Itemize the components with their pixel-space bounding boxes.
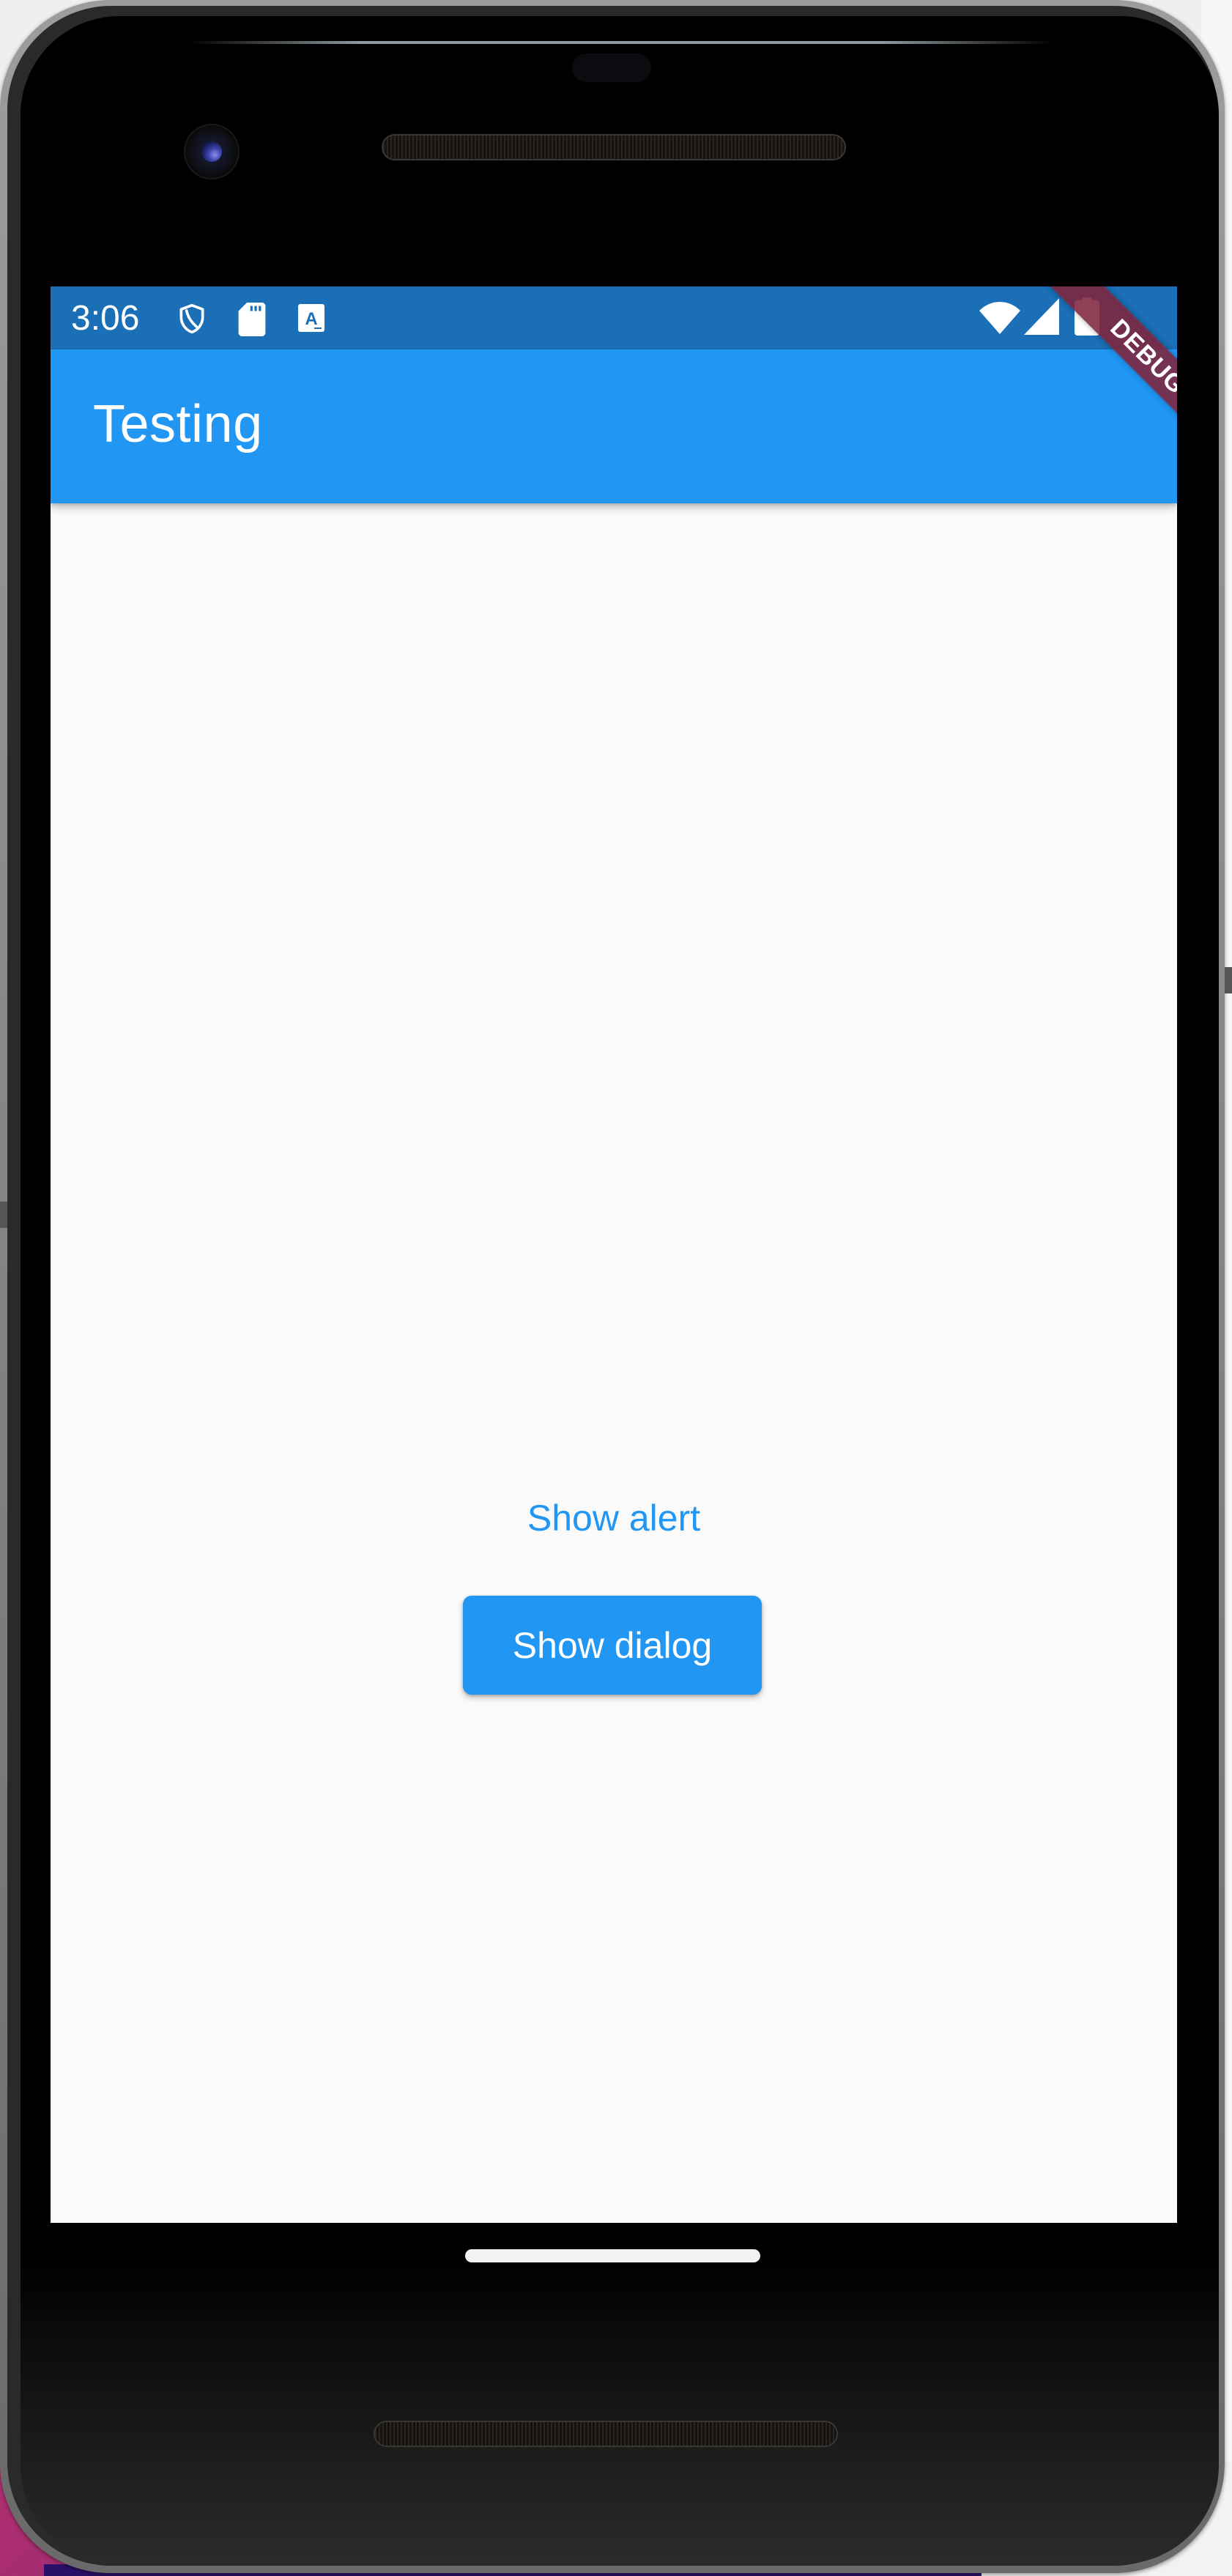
cell-signal-icon <box>1024 298 1059 338</box>
show-dialog-button[interactable]: Show dialog <box>463 1596 762 1695</box>
device-edge-highlight <box>189 41 1053 44</box>
page-body: Show alert Show dialog <box>51 503 1177 2223</box>
app-bar: Testing <box>51 349 1177 503</box>
home-gesture-bar[interactable] <box>465 2249 760 2262</box>
wifi-icon <box>979 299 1020 338</box>
show-alert-button[interactable]: Show alert <box>505 1478 723 1558</box>
bottom-speaker <box>374 2421 838 2447</box>
status-time: 3:06 <box>71 299 140 338</box>
device-screen: 3:06 A Testing Show alert Show dialog DE… <box>51 286 1177 2223</box>
battery-icon <box>1075 297 1099 339</box>
status-bar: 3:06 A <box>51 286 1177 349</box>
camera-lens <box>201 141 222 162</box>
keyboard-a-icon: A <box>298 304 324 336</box>
device-side-button-left[interactable] <box>0 1202 7 1228</box>
svg-text:A: A <box>305 309 317 329</box>
earpiece-speaker <box>382 134 846 160</box>
front-camera <box>185 125 238 178</box>
device-side-button-right[interactable] <box>1225 967 1232 993</box>
proximity-sensor <box>572 53 651 82</box>
shield-icon <box>176 302 208 339</box>
app-bar-title: Testing <box>93 395 263 454</box>
sd-card-icon <box>238 303 266 340</box>
